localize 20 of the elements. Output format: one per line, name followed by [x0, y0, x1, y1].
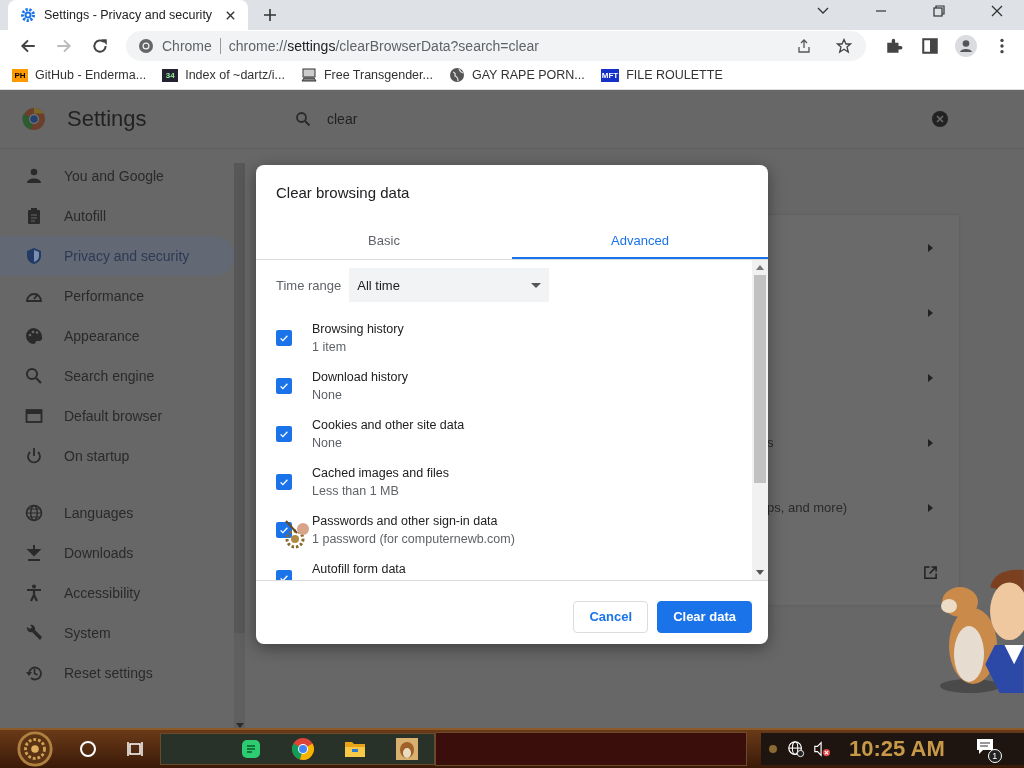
- time-range-label: Time range: [276, 277, 342, 293]
- url-text: chrome://settings/clearBrowserData?search=clear: [228, 37, 539, 54]
- item-title: Passwords and other sign-in data: [312, 514, 499, 528]
- item-detail: 1 item: [312, 340, 348, 354]
- item-detail: 1 password (for computernewb.com): [312, 532, 515, 546]
- item-detail: None: [312, 436, 343, 450]
- favicon: MFT: [600, 68, 620, 82]
- settings-title: Settings: [67, 106, 147, 132]
- site-label: Chrome: [162, 37, 212, 54]
- favicon: PH: [12, 68, 28, 82]
- item-title: Cached images and files: [312, 466, 449, 480]
- item-title: Autofill form data: [312, 562, 406, 576]
- notification-badge: 1: [987, 749, 1002, 763]
- dialog-title: Clear browsing data: [275, 183, 411, 203]
- item-title: Download history: [312, 370, 408, 384]
- item-title: Browsing history: [312, 322, 404, 336]
- item-detail: None: [312, 388, 343, 402]
- favicon: 34: [162, 68, 179, 82]
- item-detail: Less than 1 MB: [312, 484, 400, 498]
- item-title: Cookies and other site data: [312, 418, 465, 432]
